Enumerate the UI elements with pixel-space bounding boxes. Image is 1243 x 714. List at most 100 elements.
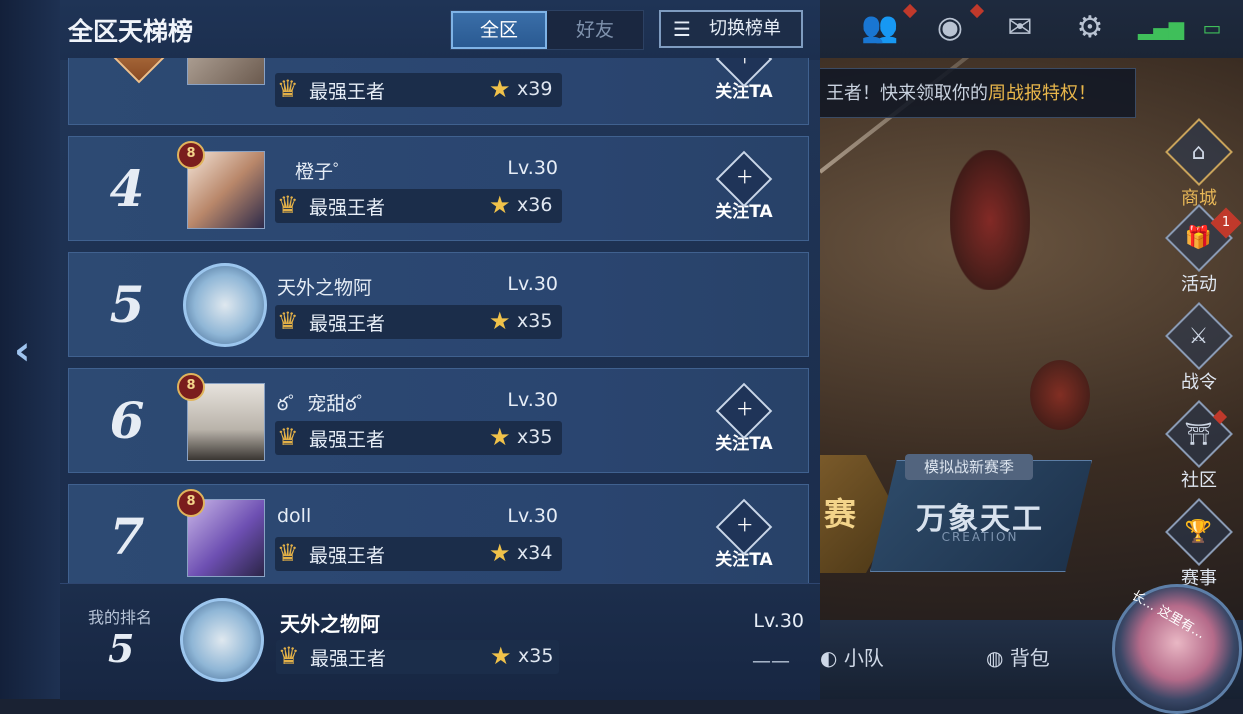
player-level: Lv.30: [507, 273, 558, 295]
follow-button[interactable]: ＋ 关注TA: [709, 498, 779, 570]
star-count: x35: [517, 426, 553, 448]
king-tier-icon: ♛: [277, 75, 299, 103]
background-decoration: [950, 150, 1030, 290]
star-count: x34: [517, 542, 553, 564]
my-player-level: Lv.30: [753, 610, 804, 632]
mode-subtitle: CREATION: [941, 530, 1019, 544]
hero-avatar[interactable]: [1112, 584, 1242, 714]
tier-label: 最强王者: [309, 197, 386, 219]
mail-icon[interactable]: ✉: [1000, 10, 1040, 46]
signal-icon: ▂▄▆: [1138, 16, 1185, 40]
tier-label: 最强王者: [309, 81, 386, 103]
background-decoration: [1030, 360, 1090, 430]
scope-tabs: 全区 好友: [450, 10, 644, 50]
leaderboard-row[interactable]: 4 8 橙子゜ Lv.30 ♛ 最强王者 ★ x36 ＋ 关注TA: [68, 136, 809, 241]
activity-count-badge: 1: [1210, 207, 1242, 239]
sidebar-item-battle-pass[interactable]: ⚔ 战令: [1163, 302, 1235, 394]
level-badge: 8: [177, 489, 205, 517]
player-name[interactable]: doll: [277, 505, 311, 527]
sidebar-label: 活动: [1181, 274, 1217, 295]
star-icon: ★: [489, 539, 511, 567]
gear-icon[interactable]: ⚙: [1070, 10, 1110, 46]
player-name[interactable]: 橙子゜: [295, 157, 352, 184]
page-title-overlay: 全区天梯榜: [68, 17, 194, 46]
player-level: Lv.30: [507, 389, 558, 411]
player-name[interactable]: ఠ゜宠甜ఠ゜: [277, 389, 376, 420]
tier-label: 最强王者: [309, 429, 386, 451]
rank-number: 6: [109, 391, 145, 450]
eye-icon[interactable]: ◉: [930, 10, 970, 46]
tier-bar: ♛ 最强王者 ★ x36: [275, 189, 562, 223]
tier-bar: ♛ 最强王者 ★ x35: [276, 640, 559, 674]
king-tier-icon: ♛: [277, 423, 299, 451]
nav-label: 背包: [1009, 646, 1050, 670]
notice-text: 王者！快来领取你的: [826, 83, 988, 104]
friends-icon[interactable]: 👥: [860, 10, 900, 46]
king-tier-icon: ♛: [277, 539, 299, 567]
sidebar-item-events[interactable]: 🏆 赛事: [1163, 498, 1235, 590]
tier-bar: ♛ 最强王者 ★ x35: [275, 421, 562, 455]
nav-label: 小队: [843, 646, 884, 670]
tab-all-region[interactable]: 全区: [451, 11, 547, 49]
my-player-name: 天外之物阿: [280, 612, 380, 636]
king-tier-icon: ♛: [278, 642, 300, 670]
star-count: x39: [517, 78, 553, 100]
leaderboard-row[interactable]: 5 天外之物阿 Lv.30 ♛ 最强王者 ★ x35: [68, 252, 809, 357]
tier-bar: ♛ 最强王者 ★ x34: [275, 537, 562, 571]
star-count: x35: [518, 645, 554, 667]
sidebar-item-community[interactable]: ⛩ 社区: [1163, 400, 1235, 492]
player-name[interactable]: 天外之物阿: [277, 273, 372, 300]
weekly-report-notice[interactable]: 王者！快来领取你的周战报特权！: [820, 68, 1136, 118]
tier-label: 最强王者: [309, 313, 386, 335]
trophy-icon: 🏆: [1165, 498, 1233, 566]
community-icon: ⛩: [1165, 400, 1233, 468]
list-icon: ☰: [673, 17, 691, 41]
leaderboard-row[interactable]: 7 8 doll Lv.30 ♛ 最强王者 ★ x34 ＋ 关注TA: [68, 484, 809, 589]
level-badge: 8: [177, 373, 205, 401]
star-icon: ★: [489, 423, 511, 451]
tier-label: 最强王者: [309, 545, 386, 567]
top-bar: 👥 ◉ ✉ ⚙ ▂▄▆ ▭: [820, 0, 1243, 58]
tab-friends[interactable]: 好友: [547, 11, 643, 49]
king-tier-icon: ♛: [277, 307, 299, 335]
star-count: x36: [517, 194, 553, 216]
red-dot-badge: [969, 3, 985, 19]
my-rank-footer: 我的排名 5 天外之物阿 Lv.30 ♛ 最强王者 ★ x35 ——: [60, 583, 820, 700]
shop-icon: ⌂: [1165, 118, 1233, 186]
switch-list-button[interactable]: ☰ 切换榜单: [659, 10, 803, 48]
star-icon: ★: [489, 75, 511, 103]
star-icon: ★: [489, 307, 511, 335]
level-badge: 8: [177, 141, 205, 169]
tier-bar: ♛ 最强王者 ★ x35: [275, 305, 562, 339]
notice-highlight: 周战报特权！: [988, 83, 1096, 104]
follow-button[interactable]: ＋ 关注TA: [709, 382, 779, 454]
my-rank-label: 我的排名: [88, 608, 153, 627]
sidebar-label: 社区: [1181, 470, 1217, 491]
nav-item-backpack[interactable]: ◍ 背包: [986, 642, 1050, 671]
king-tier-icon: ♛: [277, 191, 299, 219]
backpack-icon: ◍: [986, 646, 1010, 670]
battery-icon: ▭: [1202, 16, 1222, 40]
tier-bar: ♛ 最强王者 ★ x39: [275, 73, 562, 107]
rank-number: 7: [109, 507, 145, 566]
avatar[interactable]: [180, 598, 264, 682]
my-rank-number: 5: [108, 626, 135, 671]
switch-list-label: 切换榜单: [709, 18, 781, 39]
tier-label: 最强王者: [310, 648, 387, 670]
rank-number: 4: [109, 159, 145, 218]
red-dot-badge: [902, 3, 918, 19]
back-arrow-icon[interactable]: ‹: [14, 328, 30, 374]
sidebar-label: 战令: [1181, 372, 1217, 393]
star-count: x35: [517, 310, 553, 332]
battle-pass-icon: ⚔: [1165, 302, 1233, 370]
rank-number: 5: [109, 275, 145, 334]
leaderboard-row[interactable]: 6 8 ఠ゜宠甜ఠ゜ Lv.30 ♛ 最强王者 ★ x35 ＋ 关注TA: [68, 368, 809, 473]
follow-button[interactable]: ＋ 关注TA: [709, 150, 779, 222]
player-level: Lv.30: [507, 505, 558, 527]
avatar[interactable]: [183, 263, 267, 347]
star-icon: ★: [490, 642, 512, 670]
sidebar-item-shop[interactable]: ⌂ 商城: [1163, 118, 1235, 210]
nav-item-team[interactable]: ◐ 小队: [820, 642, 884, 671]
star-icon: ★: [489, 191, 511, 219]
mode-tag: 模拟战新赛季: [905, 454, 1033, 480]
